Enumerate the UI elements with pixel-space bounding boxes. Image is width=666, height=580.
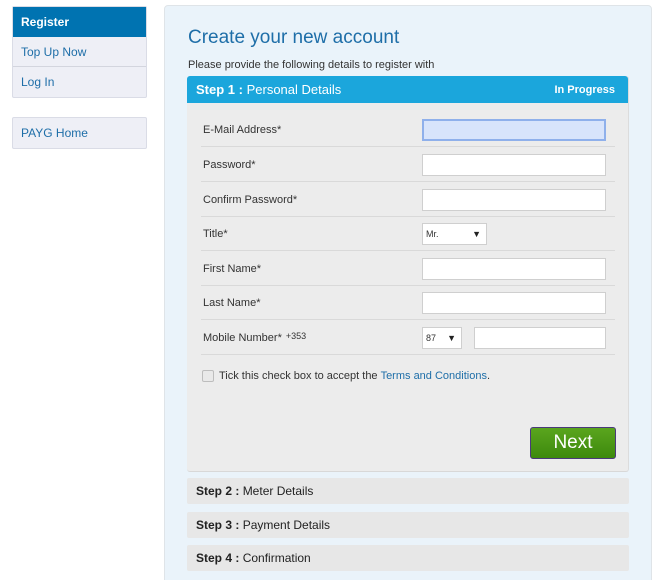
first-name-label: First Name* <box>203 263 262 275</box>
password-row: Password* <box>201 148 615 182</box>
mobile-row: Mobile Number* +353 87 ▼ <box>201 321 615 355</box>
step-2-prefix: Step 2 : <box>196 484 240 498</box>
step-1-prefix: Step 1 : <box>196 82 243 97</box>
chevron-down-icon: ▼ <box>447 333 456 343</box>
step-3-panel[interactable]: Step 3 : Payment Details <box>187 512 629 538</box>
title-row: Title* Mr. ▼ <box>201 217 615 251</box>
terms-text: Tick this check box to accept the <box>219 370 378 382</box>
title-select[interactable]: Mr. ▼ <box>422 223 487 245</box>
step-4-panel[interactable]: Step 4 : Confirmation <box>187 545 629 571</box>
step-4-prefix: Step 4 : <box>196 551 240 565</box>
mobile-label: Mobile Number* +353 <box>203 331 307 344</box>
sidebar-item-register[interactable]: Register <box>13 7 146 37</box>
registration-container: Create your new account Please provide t… <box>164 5 652 580</box>
email-row: E-Mail Address* <box>201 113 615 147</box>
country-code: +353 <box>285 331 307 341</box>
mobile-label-text: Mobile Number* <box>203 332 282 344</box>
confirm-password-row: Confirm Password* <box>201 183 615 217</box>
last-name-field[interactable] <box>422 292 606 314</box>
sidebar-item-payg-home[interactable]: PAYG Home <box>13 118 146 148</box>
last-name-label: Last Name* <box>203 297 261 309</box>
confirm-password-field[interactable] <box>422 189 606 211</box>
mobile-number-field[interactable] <box>474 327 606 349</box>
step-4-name: Confirmation <box>242 551 311 565</box>
terms-checkbox[interactable] <box>202 370 214 382</box>
page-title: Create your new account <box>188 27 400 48</box>
terms-link[interactable]: Terms and Conditions <box>381 370 487 382</box>
sidebar-nav-secondary: PAYG Home <box>12 117 147 149</box>
first-name-row: First Name* <box>201 252 615 286</box>
step-status-badge: In Progress <box>554 84 615 96</box>
mobile-prefix-select[interactable]: 87 ▼ <box>422 327 462 349</box>
step-2-panel[interactable]: Step 2 : Meter Details <box>187 478 629 504</box>
chevron-down-icon: ▼ <box>472 229 481 239</box>
step-1-name: Personal Details <box>246 82 342 97</box>
password-field[interactable] <box>422 154 606 176</box>
step-3-name: Payment Details <box>242 518 331 532</box>
title-label: Title* <box>203 228 228 240</box>
step-1-panel: Step 1 : Personal Details In Progress E-… <box>187 76 629 472</box>
page-subtitle: Please provide the following details to … <box>188 59 435 71</box>
title-select-value: Mr. <box>426 229 439 239</box>
email-label: E-Mail Address* <box>203 124 282 136</box>
step-1-title: Step 1 : Personal Details <box>196 82 341 97</box>
step-2-name: Meter Details <box>242 484 314 498</box>
sidebar-nav: Register Top Up Now Log In <box>12 6 147 98</box>
next-button[interactable]: Next <box>530 427 616 459</box>
terms-row: Tick this check box to accept the Terms … <box>202 370 490 382</box>
sidebar-item-log-in[interactable]: Log In <box>13 67 146 97</box>
terms-suffix: . <box>486 370 491 382</box>
step-3-prefix: Step 3 : <box>196 518 240 532</box>
step-1-header: Step 1 : Personal Details In Progress <box>187 76 628 103</box>
email-field[interactable] <box>422 119 606 141</box>
password-label: Password* <box>203 159 256 171</box>
first-name-field[interactable] <box>422 258 606 280</box>
sidebar-item-top-up-now[interactable]: Top Up Now <box>13 37 146 67</box>
mobile-prefix-value: 87 <box>426 333 437 343</box>
confirm-password-label: Confirm Password* <box>203 194 298 206</box>
last-name-row: Last Name* <box>201 286 615 320</box>
